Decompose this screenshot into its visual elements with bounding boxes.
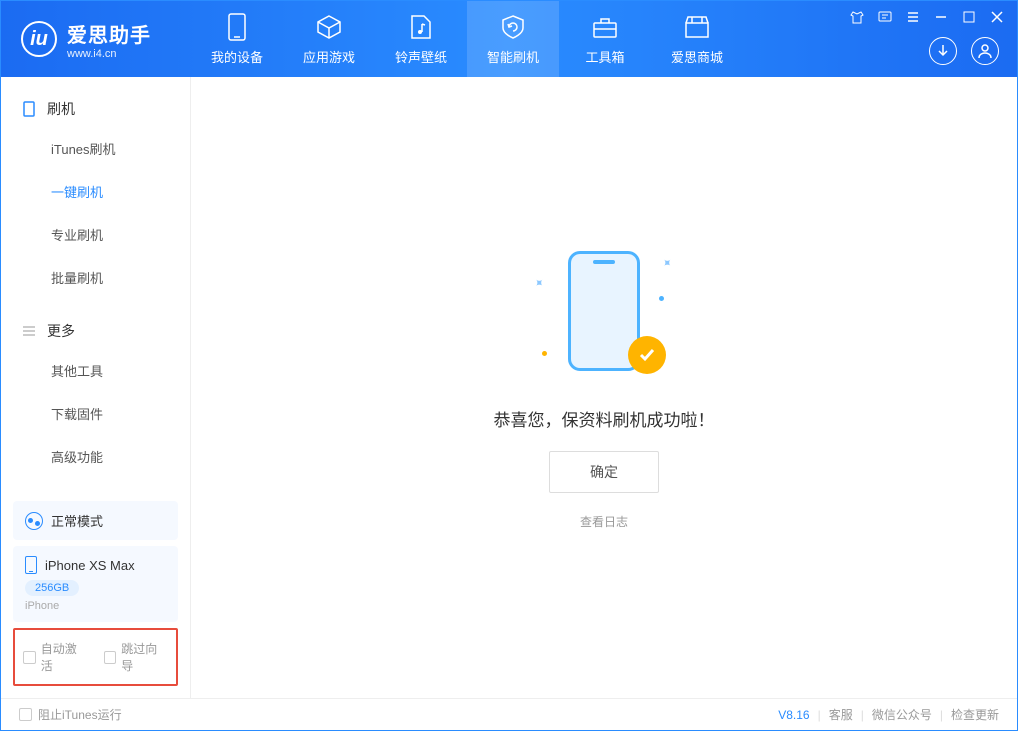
app-logo: iu 爱思助手 www.i4.cn	[1, 19, 191, 60]
sidebar-item-advanced[interactable]: 高级功能	[1, 435, 190, 478]
menu-icon[interactable]	[905, 9, 921, 25]
sparkle-icon: ✦	[531, 274, 548, 291]
nav-label: 应用游戏	[303, 47, 355, 66]
phone-icon	[25, 556, 37, 574]
dot-icon	[659, 296, 664, 301]
nav-ringtones[interactable]: 铃声壁纸	[375, 1, 467, 77]
device-icon	[223, 13, 251, 41]
wechat-link[interactable]: 微信公众号	[872, 706, 932, 723]
header: iu 爱思助手 www.i4.cn 我的设备 应用游戏 铃声壁纸 智能刷机	[1, 1, 1017, 77]
check-badge-icon	[628, 336, 666, 374]
app-url: www.i4.cn	[67, 48, 151, 60]
support-link[interactable]: 客服	[829, 706, 853, 723]
sidebar-item-itunes-flash[interactable]: iTunes刷机	[1, 127, 190, 170]
update-link[interactable]: 检查更新	[951, 706, 999, 723]
nav-flash[interactable]: 智能刷机	[467, 1, 559, 77]
options-box: 自动激活 跳过向导	[13, 628, 178, 686]
nav-label: 工具箱	[585, 47, 624, 66]
music-file-icon	[407, 13, 435, 41]
sidebar-item-other-tools[interactable]: 其他工具	[1, 349, 190, 392]
feedback-icon[interactable]	[877, 9, 893, 25]
device-storage: 256GB	[25, 580, 79, 596]
success-illustration: ✦ ✦	[524, 246, 684, 386]
success-message: 恭喜您，保资料刷机成功啦！	[494, 406, 715, 431]
device-name: iPhone XS Max	[45, 558, 135, 573]
nav-apps[interactable]: 应用游戏	[283, 1, 375, 77]
confirm-button[interactable]: 确定	[549, 451, 659, 493]
refresh-shield-icon	[499, 13, 527, 41]
sidebar-item-download-firmware[interactable]: 下载固件	[1, 392, 190, 435]
checkbox-icon	[23, 651, 36, 664]
cube-icon	[315, 13, 343, 41]
user-button[interactable]	[971, 37, 999, 65]
app-title: 爱思助手	[67, 19, 151, 48]
nav-label: 爱思商城	[671, 47, 723, 66]
shop-icon	[683, 13, 711, 41]
phone-outline-icon	[21, 101, 37, 117]
auto-activate-checkbox[interactable]: 自动激活	[23, 640, 88, 674]
toolbox-icon	[591, 13, 619, 41]
mode-status[interactable]: 正常模式	[13, 501, 178, 540]
sidebar-section-flash: 刷机 iTunes刷机 一键刷机 专业刷机 批量刷机	[1, 77, 190, 299]
mode-icon	[25, 512, 43, 530]
sidebar-item-batch-flash[interactable]: 批量刷机	[1, 256, 190, 299]
sidebar-header-flash: 刷机	[1, 91, 190, 127]
nav-label: 我的设备	[211, 47, 263, 66]
sparkle-icon: ✦	[658, 254, 675, 271]
statusbar: 阻止iTunes运行 V8.16 | 客服 | 微信公众号 | 检查更新	[1, 698, 1017, 730]
sidebar-bottom: 正常模式 iPhone XS Max 256GB iPhone 自动激活 跳过向…	[1, 495, 190, 698]
nav-my-device[interactable]: 我的设备	[191, 1, 283, 77]
logo-icon: iu	[21, 21, 57, 57]
checkbox-icon	[19, 708, 32, 721]
device-card[interactable]: iPhone XS Max 256GB iPhone	[13, 546, 178, 622]
sidebar-section-more: 更多 其他工具 下载固件 高级功能	[1, 299, 190, 478]
minimize-button[interactable]	[933, 9, 949, 25]
nav-mall[interactable]: 爱思商城	[651, 1, 743, 77]
checkbox-icon	[104, 651, 117, 664]
section-title: 更多	[47, 321, 75, 341]
app-window: iu 爱思助手 www.i4.cn 我的设备 应用游戏 铃声壁纸 智能刷机	[0, 0, 1018, 731]
close-button[interactable]	[989, 9, 1005, 25]
version-label: V8.16	[778, 708, 809, 722]
body: 刷机 iTunes刷机 一键刷机 专业刷机 批量刷机 更多 其他工具 下载固件	[1, 77, 1017, 698]
sidebar-header-more: 更多	[1, 313, 190, 349]
nav-label: 智能刷机	[487, 47, 539, 66]
sidebar-item-oneclick-flash[interactable]: 一键刷机	[1, 170, 190, 213]
maximize-button[interactable]	[961, 9, 977, 25]
skip-guide-checkbox[interactable]: 跳过向导	[104, 640, 169, 674]
sidebar-item-pro-flash[interactable]: 专业刷机	[1, 213, 190, 256]
block-itunes-checkbox[interactable]: 阻止iTunes运行	[19, 706, 122, 723]
section-title: 刷机	[47, 99, 75, 119]
main-content: ✦ ✦ 恭喜您，保资料刷机成功啦！ 确定 查看日志	[191, 77, 1017, 698]
header-actions	[929, 37, 999, 65]
top-nav: 我的设备 应用游戏 铃声壁纸 智能刷机 工具箱 爱思商城	[191, 1, 743, 77]
device-type: iPhone	[25, 600, 166, 612]
dot-icon	[542, 351, 547, 356]
sidebar: 刷机 iTunes刷机 一键刷机 专业刷机 批量刷机 更多 其他工具 下载固件	[1, 77, 191, 698]
mode-label: 正常模式	[51, 511, 103, 530]
nav-toolbox[interactable]: 工具箱	[559, 1, 651, 77]
view-log-link[interactable]: 查看日志	[580, 513, 628, 530]
nav-label: 铃声壁纸	[395, 47, 447, 66]
shirt-icon[interactable]	[849, 9, 865, 25]
download-button[interactable]	[929, 37, 957, 65]
window-controls	[849, 9, 1005, 25]
list-icon	[21, 323, 37, 339]
